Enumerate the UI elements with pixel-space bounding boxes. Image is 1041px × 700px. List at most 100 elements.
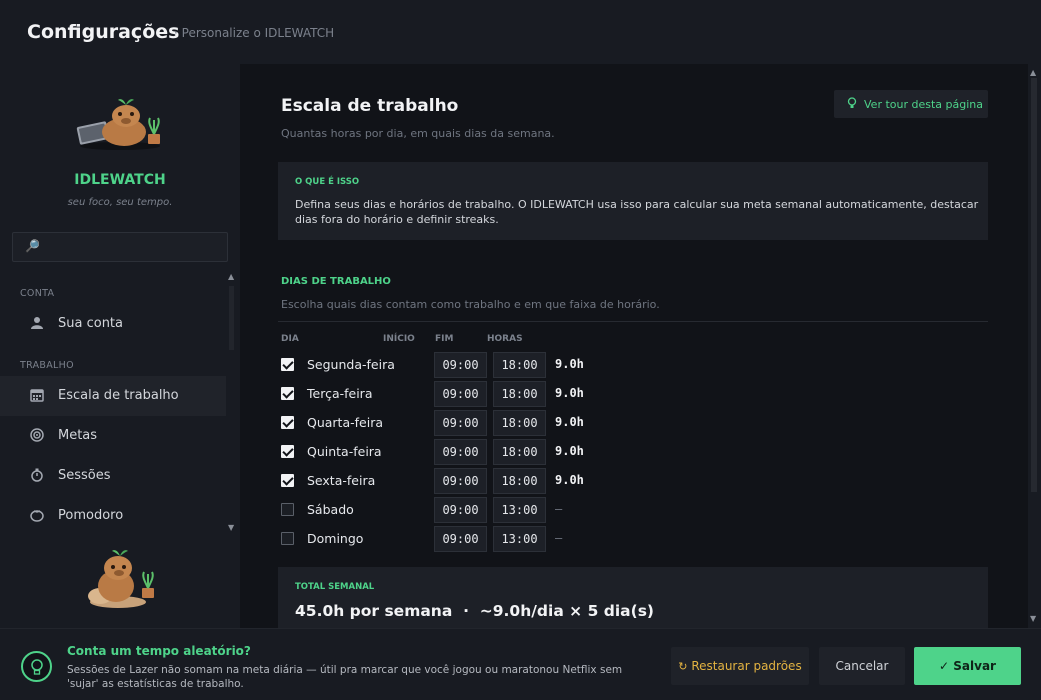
target-icon <box>30 428 44 442</box>
end-time-input[interactable]: 18:00 <box>493 381 546 407</box>
main-scroll-down-icon[interactable]: ▼ <box>1030 614 1036 623</box>
start-time-input[interactable]: 09:00 <box>434 410 487 436</box>
check-icon: ✓ <box>939 659 950 673</box>
end-time-input[interactable]: 13:00 <box>493 497 546 523</box>
page-title: Escala de trabalho <box>281 96 459 116</box>
end-time-input[interactable]: 18:00 <box>493 468 546 494</box>
sidebar-scroll-down-icon[interactable]: ▼ <box>228 523 234 532</box>
sidebar-item-label: Metas <box>58 428 98 443</box>
day-row-segunda: Segunda-feira 09:00 18:00 9.0h <box>278 352 678 378</box>
end-time-input[interactable]: 18:00 <box>493 410 546 436</box>
save-button[interactable]: ✓ Salvar <box>914 647 1021 685</box>
sidebar-item-escala-de-trabalho[interactable]: Escala de trabalho <box>0 376 226 416</box>
day-hours: 9.0h <box>555 386 584 400</box>
lightbulb-icon <box>21 651 52 682</box>
start-time-input[interactable]: 09:00 <box>434 468 487 494</box>
day-name: Sexta-feira <box>307 473 376 488</box>
day-hours: 9.0h <box>555 357 584 371</box>
day-row-quinta: Quinta-feira 09:00 18:00 9.0h <box>278 439 678 465</box>
info-box: O QUE É ISSO Defina seus dias e horários… <box>278 162 988 240</box>
restore-defaults-button[interactable]: ↻ Restaurar padrões <box>671 647 809 685</box>
day-checkbox[interactable] <box>281 416 294 429</box>
nav-section-trabalho: TRABALHO <box>20 360 74 371</box>
day-name: Quarta-feira <box>307 415 383 430</box>
tour-button[interactable]: Ver tour desta página <box>834 90 988 118</box>
info-box-text: Defina seus dias e horários de trabalho.… <box>295 198 979 226</box>
search-box[interactable]: 🔎 <box>12 232 228 262</box>
brand-name: IDLEWATCH <box>74 172 166 188</box>
start-time-input[interactable]: 09:00 <box>434 526 487 552</box>
end-time-input[interactable]: 18:00 <box>493 439 546 465</box>
day-checkbox[interactable] <box>281 358 294 371</box>
sidebar-item-label: Escala de trabalho <box>58 388 179 403</box>
sidebar-scrollbar[interactable] <box>229 286 234 350</box>
day-name: Sábado <box>307 502 354 517</box>
sidebar: IDLEWATCH seu foco, seu tempo. 🔎 CONTA S… <box>0 64 240 628</box>
day-row-domingo: Domingo 09:00 13:00 — <box>278 526 678 552</box>
day-row-sexta: Sexta-feira 09:00 18:00 9.0h <box>278 468 678 494</box>
day-name: Quinta-feira <box>307 444 382 459</box>
day-hours: — <box>555 502 563 516</box>
sidebar-item-label: Sua conta <box>58 316 123 331</box>
column-header-hours: HORAS <box>487 334 523 344</box>
sidebar-item-pomodoro[interactable]: Pomodoro <box>0 496 226 536</box>
day-hours: 9.0h <box>555 444 584 458</box>
column-header-start: INÍCIO <box>383 334 415 344</box>
main-scroll-up-icon[interactable]: ▲ <box>1030 68 1036 77</box>
sidebar-item-label: Pomodoro <box>58 508 124 523</box>
info-box-tag: O QUE É ISSO <box>295 177 360 187</box>
column-header-day: DIA <box>281 334 299 344</box>
day-name: Segunda-feira <box>307 357 395 372</box>
weekly-total-value: 45.0h por semana · ~9.0h/dia × 5 dia(s) <box>295 602 655 620</box>
section-subtitle-dias: Escolha quais dias contam como trabalho … <box>281 298 660 311</box>
nav-section-conta: CONTA <box>20 288 55 299</box>
sidebar-item-metas[interactable]: Metas <box>0 416 226 456</box>
capybara-plant-mascot-icon <box>88 550 154 608</box>
tour-button-label: Ver tour desta página <box>864 97 983 111</box>
sidebar-scroll-up-icon[interactable]: ▲ <box>228 272 234 281</box>
start-time-input[interactable]: 09:00 <box>434 381 487 407</box>
weekly-total-tag: TOTAL SEMANAL <box>295 582 375 592</box>
day-checkbox[interactable] <box>281 532 294 545</box>
start-time-input[interactable]: 09:00 <box>434 497 487 523</box>
day-checkbox[interactable] <box>281 474 294 487</box>
day-checkbox[interactable] <box>281 503 294 516</box>
save-label: Salvar <box>953 659 996 673</box>
day-hours: 9.0h <box>555 415 584 429</box>
tip-text: Sessões de Lazer não somam na meta diári… <box>67 664 623 690</box>
page-header-subtitle: · Personalize o IDLEWATCH <box>174 26 335 40</box>
search-input[interactable] <box>43 237 223 257</box>
day-row-terca: Terça-feira 09:00 18:00 9.0h <box>278 381 678 407</box>
brand-tagline: seu foco, seu tempo. <box>67 197 173 208</box>
day-hours: — <box>555 531 563 545</box>
main-scroll-thumb[interactable] <box>1031 78 1037 492</box>
footer-bar: Conta um tempo aleatório? Sessões de Laz… <box>0 628 1041 700</box>
sidebar-item-sua-conta[interactable]: Sua conta <box>0 304 226 344</box>
weekly-total-box: TOTAL SEMANAL 45.0h por semana · ~9.0h/d… <box>278 567 988 628</box>
day-name: Domingo <box>307 531 364 546</box>
start-time-input[interactable]: 09:00 <box>434 439 487 465</box>
refresh-icon: ↻ <box>678 660 688 673</box>
end-time-input[interactable]: 18:00 <box>493 352 546 378</box>
tomato-icon <box>30 508 44 522</box>
stopwatch-icon <box>30 468 44 482</box>
day-checkbox[interactable] <box>281 387 294 400</box>
tip-title: Conta um tempo aleatório? <box>67 644 251 658</box>
day-checkbox[interactable] <box>281 445 294 458</box>
section-divider <box>278 321 988 322</box>
cancel-button[interactable]: Cancelar <box>819 647 905 685</box>
main-panel: Escala de trabalho Ver tour desta página… <box>240 64 1028 628</box>
start-time-input[interactable]: 09:00 <box>434 352 487 378</box>
column-header-end: FIM <box>435 334 454 344</box>
page-header-title: Configurações <box>27 21 180 43</box>
end-time-input[interactable]: 13:00 <box>493 526 546 552</box>
user-icon <box>30 316 44 330</box>
day-row-quarta: Quarta-feira 09:00 18:00 9.0h <box>278 410 678 436</box>
app-header: Configurações · Personalize o IDLEWATCH <box>0 0 1041 64</box>
day-row-sabado: Sábado 09:00 13:00 — <box>278 497 678 523</box>
day-name: Terça-feira <box>307 386 373 401</box>
restore-defaults-label: Restaurar padrões <box>691 659 802 673</box>
sidebar-item-sessoes[interactable]: Sessões <box>0 456 226 496</box>
search-icon: 🔎 <box>25 239 40 253</box>
calendar-icon <box>30 388 44 402</box>
